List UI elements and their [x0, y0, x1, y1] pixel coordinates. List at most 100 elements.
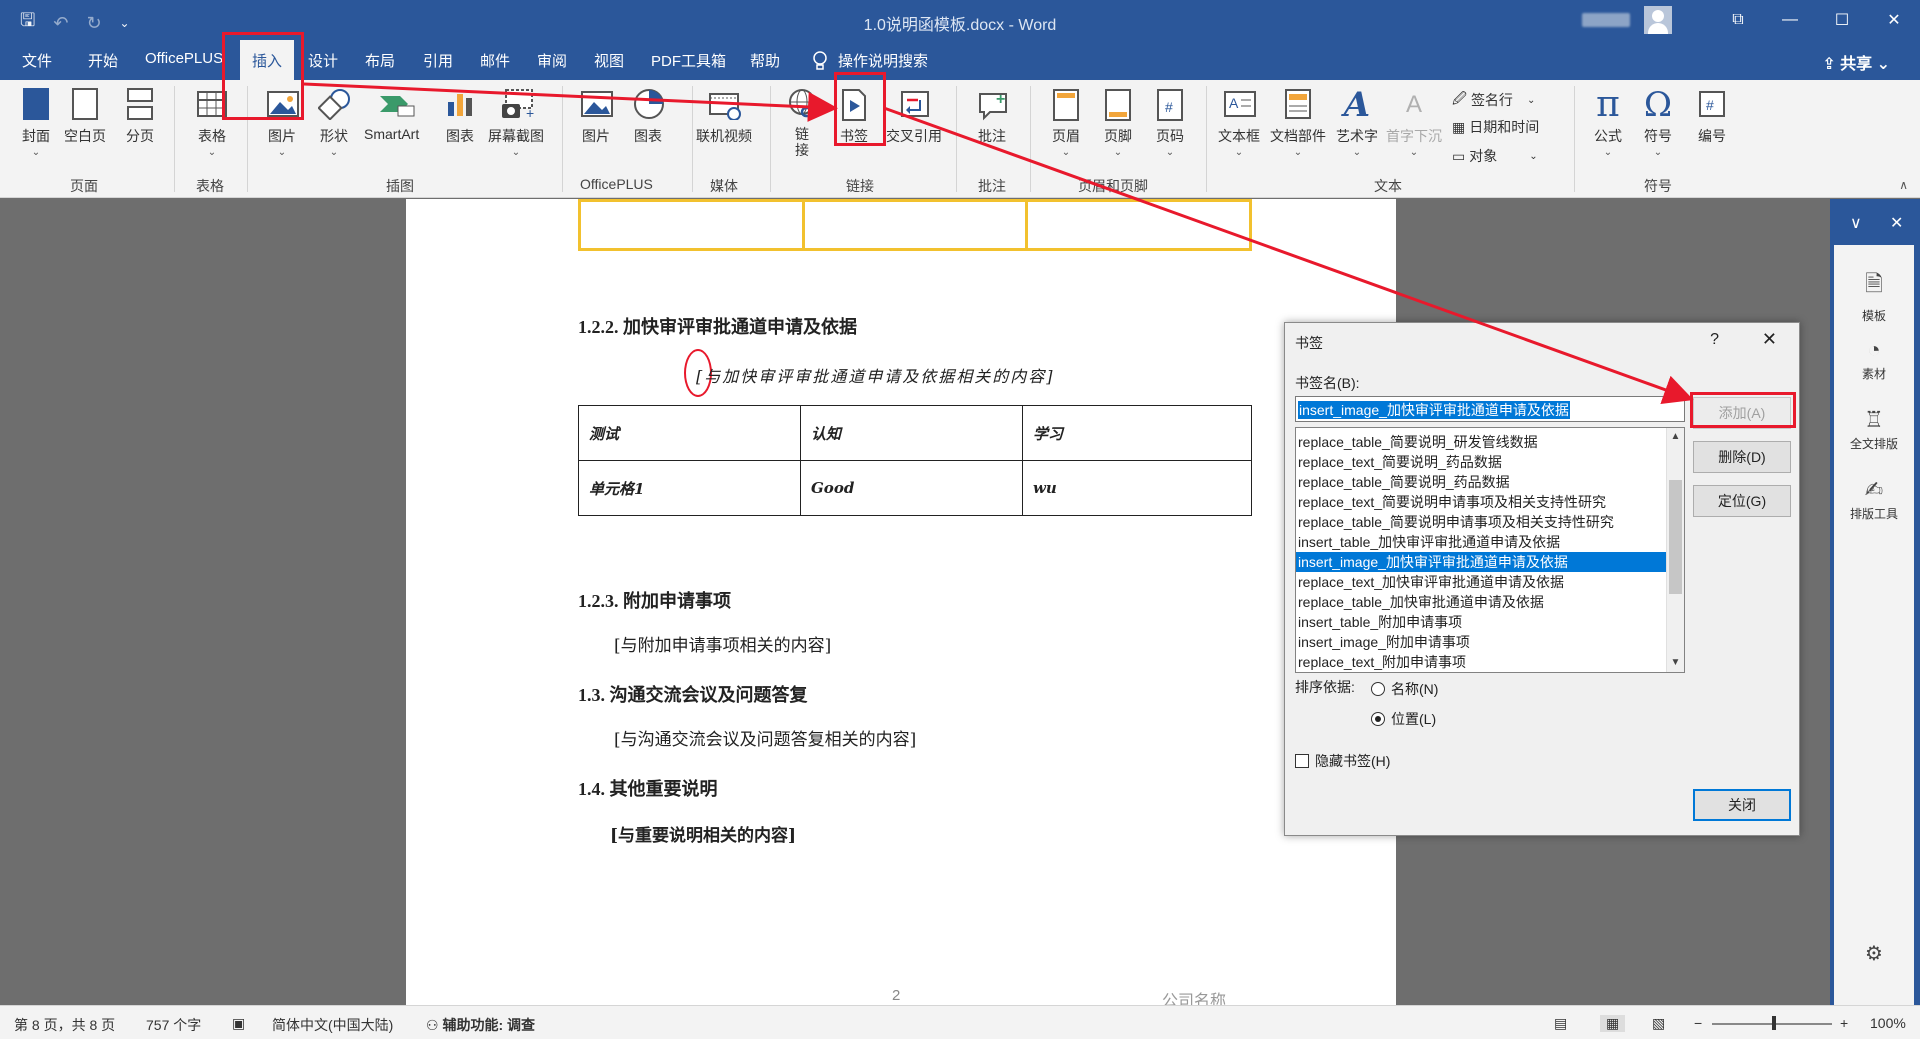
side-pane-item[interactable]: ♖ 全文排版	[1834, 407, 1914, 452]
wordart-button[interactable]: A 艺术字 ⌄	[1336, 88, 1378, 158]
bookmark-list-item[interactable]: replace_text_简要说明_药品数据	[1296, 452, 1668, 472]
delete-button[interactable]: 删除(D)	[1693, 441, 1791, 473]
share-button[interactable]: ⇪ 共享 ⌄	[1822, 50, 1890, 74]
zoom-slider-knob[interactable]	[1772, 1016, 1776, 1030]
footer-button[interactable]: 页脚 ⌄	[1102, 88, 1134, 158]
user-name[interactable]	[1582, 13, 1630, 27]
cover-label: 封面	[22, 128, 50, 144]
bookmark-list-scrollbar[interactable]: ▲ ▼	[1666, 428, 1684, 672]
header-button[interactable]: 页眉 ⌄	[1050, 88, 1082, 158]
zoom-in-button[interactable]: +	[1840, 1015, 1848, 1031]
dialog-close-icon[interactable]: ✕	[1762, 329, 1777, 350]
bookmark-list-item[interactable]: replace_table_简要说明_研发管线数据	[1296, 432, 1668, 452]
maximize-button[interactable]: ☐	[1816, 10, 1868, 30]
blank-page-button[interactable]: 空白页	[64, 88, 106, 146]
help-button[interactable]: ?	[1710, 331, 1719, 349]
print-layout-icon[interactable]: ▦	[1600, 1015, 1626, 1032]
avatar[interactable]	[1644, 6, 1672, 34]
tab-view[interactable]: 视图	[594, 50, 624, 71]
officeplus-chart-button[interactable]: 图表	[632, 88, 664, 146]
bookmark-list-item[interactable]: insert_table_加快审评审批通道申请及依据	[1296, 532, 1668, 552]
table-cell[interactable]: 认知	[800, 405, 1023, 461]
bookmark-list-item[interactable]: replace_table_加快审批通道申请及依据	[1296, 592, 1668, 612]
goto-button[interactable]: 定位(G)	[1693, 485, 1791, 517]
tab-layout[interactable]: 布局	[365, 50, 395, 71]
read-mode-icon[interactable]: ▤	[1554, 1015, 1567, 1032]
table-cell[interactable]: wu	[1022, 460, 1252, 516]
document-page[interactable]: 1.2.2. 加快审评审批通道申请及依据 [与加快审评审批通道申请及依据相关的内…	[406, 199, 1396, 1005]
scroll-thumb[interactable]	[1669, 480, 1682, 594]
bookmark-list[interactable]: replace_table_简要说明_研发管线数据 replace_text_简要…	[1295, 427, 1685, 673]
proofing-icon[interactable]: ▣	[232, 1015, 245, 1032]
tab-home[interactable]: 开始	[88, 50, 118, 71]
object-button[interactable]: ▭ 对象 ⌄	[1452, 146, 1538, 166]
tab-file[interactable]: 文件	[22, 50, 52, 71]
bookmark-name-input[interactable]: insert_image_加快审评审批通道申请及依据	[1295, 396, 1685, 422]
table-cell[interactable]: Good	[800, 460, 1023, 516]
bookmark-list-item[interactable]: insert_table_附加申请事项	[1296, 612, 1668, 632]
equation-button[interactable]: π 公式 ⌄	[1592, 87, 1624, 158]
text-box-button[interactable]: A 文本框 ⌄	[1218, 88, 1260, 158]
side-pane-item[interactable]: ◔ 素材	[1834, 337, 1914, 382]
page-break-button[interactable]: 分页	[124, 88, 156, 146]
sort-by-name-radio[interactable]: 名称(N)	[1371, 679, 1438, 699]
svg-text:+: +	[996, 91, 1005, 108]
bookmark-list-item[interactable]: replace_table_简要说明申请事项及相关支持性研究	[1296, 512, 1668, 532]
web-layout-icon[interactable]: ▧	[1652, 1015, 1665, 1032]
language-status[interactable]: 简体中文(中国大陆)	[272, 1015, 393, 1035]
smartart-button[interactable]: SmartArt	[364, 88, 419, 142]
chart-button[interactable]: 图表	[444, 88, 476, 146]
tab-officeplus[interactable]: OfficePLUS	[145, 50, 223, 67]
minimize-button[interactable]: —	[1764, 11, 1816, 29]
hidden-bookmarks-checkbox[interactable]: 隐藏书签(H)	[1295, 751, 1390, 771]
screenshot-button[interactable]: + 屏幕截图 ⌄	[488, 88, 544, 158]
settings-icon[interactable]: ⚙	[1834, 941, 1914, 966]
online-video-button[interactable]: 联机视频	[696, 88, 752, 146]
bookmark-list-item[interactable]: insert_image_附加申请事项	[1296, 632, 1668, 652]
page-count[interactable]: 第 8 页，共 8 页	[14, 1015, 115, 1035]
collapse-pane-icon[interactable]: ∨	[1850, 213, 1862, 233]
ribbon-display-options-icon[interactable]: ⧉	[1712, 11, 1764, 29]
close-pane-icon[interactable]: ✕	[1890, 213, 1903, 233]
signature-line-button[interactable]: 🖉 签名行 ⌄	[1452, 88, 1535, 112]
zoom-level[interactable]: 100%	[1870, 1015, 1906, 1031]
side-pane-item[interactable]: 🗎 模板	[1834, 267, 1914, 324]
word-count[interactable]: 757 个字	[146, 1015, 201, 1035]
date-time-button[interactable]: ▦ 日期和时间	[1452, 117, 1539, 137]
shapes-button[interactable]: 形状 ⌄	[317, 88, 350, 158]
close-dialog-button[interactable]: 关闭	[1693, 789, 1791, 821]
bookmark-list-item[interactable]: replace_text_加快审评审批通道申请及依据	[1296, 572, 1668, 592]
collapse-ribbon-icon[interactable]: ∧	[1899, 178, 1908, 192]
cross-reference-button[interactable]: 交叉引用	[886, 88, 942, 146]
bookmark-list-item[interactable]: replace_text_附加申请事项	[1296, 652, 1668, 672]
tab-references[interactable]: 引用	[423, 50, 453, 71]
table-cell[interactable]: 测试	[578, 405, 801, 461]
numbering-button[interactable]: # 编号	[1696, 88, 1728, 146]
tab-review[interactable]: 审阅	[537, 50, 567, 71]
tab-pdf-tools[interactable]: PDF工具箱	[651, 50, 726, 71]
cover-page-button[interactable]: 封面 ⌄	[20, 88, 52, 158]
zoom-out-button[interactable]: −	[1694, 1015, 1702, 1031]
quick-parts-button[interactable]: 文档部件 ⌄	[1270, 88, 1326, 158]
accessibility-status[interactable]: ⚇ 辅助功能: 调查	[426, 1015, 535, 1035]
scroll-up-icon[interactable]: ▲	[1667, 428, 1684, 446]
tell-me-search[interactable]: 操作说明搜索	[812, 50, 928, 71]
new-comment-button[interactable]: + 批注	[976, 88, 1008, 146]
drop-cap-button[interactable]: A 首字下沉 ⌄	[1386, 88, 1442, 158]
link-button[interactable]: 链接	[786, 88, 818, 158]
bookmark-list-item[interactable]: replace_table_简要说明_药品数据	[1296, 472, 1668, 492]
table-cell[interactable]: 单元格1	[578, 460, 801, 516]
tab-help[interactable]: 帮助	[750, 50, 780, 71]
scroll-down-icon[interactable]: ▼	[1667, 654, 1684, 672]
officeplus-picture-button[interactable]: 图片	[580, 88, 613, 146]
page-number-button[interactable]: # 页码 ⌄	[1154, 88, 1186, 158]
tab-design[interactable]: 设计	[308, 50, 338, 71]
tab-mailings[interactable]: 邮件	[480, 50, 510, 71]
side-pane-item[interactable]: ✍ 排版工具	[1834, 477, 1914, 522]
symbol-button[interactable]: Ω 符号 ⌄	[1642, 88, 1674, 158]
sort-by-position-radio[interactable]: 位置(L)	[1371, 709, 1436, 729]
close-button[interactable]: ✕	[1868, 10, 1920, 30]
table-cell[interactable]: 学习	[1022, 405, 1252, 461]
bookmark-list-item[interactable]: replace_text_简要说明申请事项及相关支持性研究	[1296, 492, 1668, 512]
bookmark-list-item[interactable]: insert_image_加快审评审批通道申请及依据	[1296, 552, 1668, 572]
